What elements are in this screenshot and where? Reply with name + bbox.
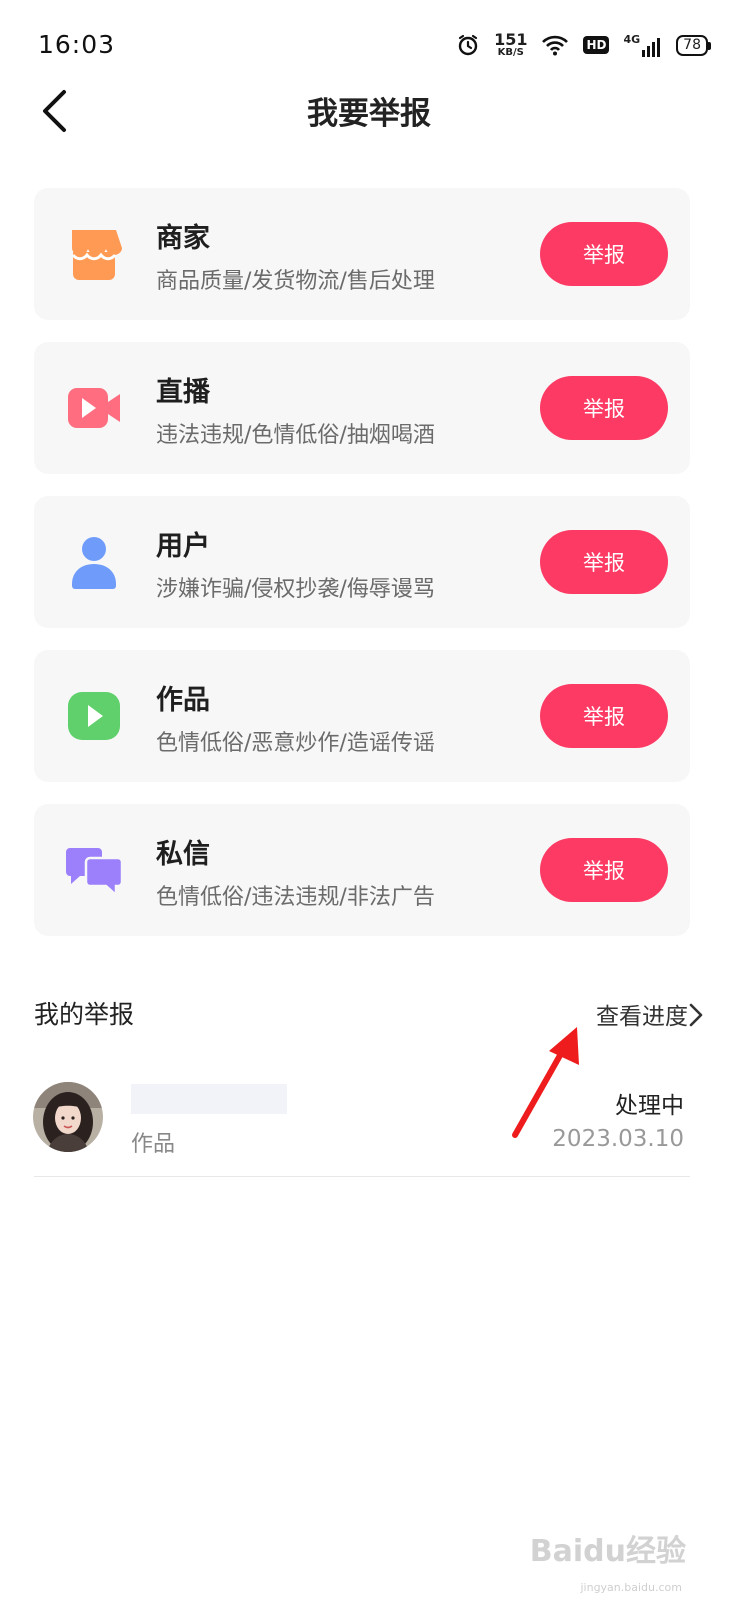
card-description: 违法违规/色情低俗/抽烟喝酒	[156, 423, 435, 448]
avatar	[33, 1082, 103, 1152]
cell-signal: 4G	[623, 33, 662, 57]
card-description: 色情低俗/恶意炒作/造谣传谣	[156, 731, 435, 756]
report-card-merchant: 商家 商品质量/发货物流/售后处理 举报	[34, 188, 690, 320]
alarm-icon	[458, 34, 478, 56]
user-icon	[72, 537, 116, 589]
view-progress-link[interactable]: 查看进度	[596, 997, 688, 1031]
card-description: 商品质量/发货物流/售后处理	[156, 269, 435, 294]
watermark-url: jingyan.baidu.com	[580, 1581, 682, 1594]
report-button-message[interactable]: 举报	[540, 838, 668, 902]
chat-icon	[66, 848, 124, 898]
status-icons: 151 KB/S HD 4G 78	[456, 30, 711, 60]
card-description: 色情低俗/违法违规/非法广告	[156, 885, 435, 910]
annotation-arrow-icon	[512, 1027, 579, 1138]
card-title: 直播	[156, 377, 210, 408]
report-card-work: 作品 色情低俗/恶意炒作/造谣传谣 举报	[34, 650, 690, 782]
hd-icon: HD	[583, 36, 610, 54]
my-reports-title: 我的举报	[34, 1000, 135, 1029]
report-button-merchant[interactable]: 举报	[540, 222, 668, 286]
report-card-message: 私信 色情低俗/违法违规/非法广告 举报	[34, 804, 690, 936]
wifi-icon	[542, 35, 569, 56]
net-speed: 151 KB/S	[494, 30, 528, 58]
card-description: 涉嫌诈骗/侵权抄袭/侮辱谩骂	[156, 577, 435, 602]
report-button-user[interactable]: 举报	[540, 530, 668, 594]
status-badge: 处理中	[615, 1093, 684, 1119]
play-icon	[68, 692, 120, 740]
card-title: 私信	[156, 839, 210, 870]
status-time: 16:03	[38, 30, 116, 59]
username-redacted	[131, 1084, 287, 1114]
battery-icon: 78	[676, 34, 711, 56]
shop-icon	[71, 230, 122, 280]
live-video-icon	[68, 388, 120, 428]
divider	[34, 1176, 690, 1177]
report-card-user: 用户 涉嫌诈骗/侵权抄袭/侮辱谩骂 举报	[34, 496, 690, 628]
card-title: 用户	[156, 531, 210, 562]
report-card-live: 直播 违法违规/色情低俗/抽烟喝酒 举报	[34, 342, 690, 474]
chevron-right-icon[interactable]	[688, 1002, 704, 1028]
report-type: 作品	[131, 1132, 176, 1157]
report-button-live[interactable]: 举报	[540, 376, 668, 440]
report-button-work[interactable]: 举报	[540, 684, 668, 748]
watermark-logo: Baidu经验	[529, 1534, 686, 1569]
page-title: 我要举报	[307, 96, 431, 132]
signal-icon	[642, 38, 661, 57]
card-title: 作品	[156, 685, 210, 716]
nav-header: 我要举报	[0, 70, 738, 150]
card-title: 商家	[156, 223, 210, 254]
